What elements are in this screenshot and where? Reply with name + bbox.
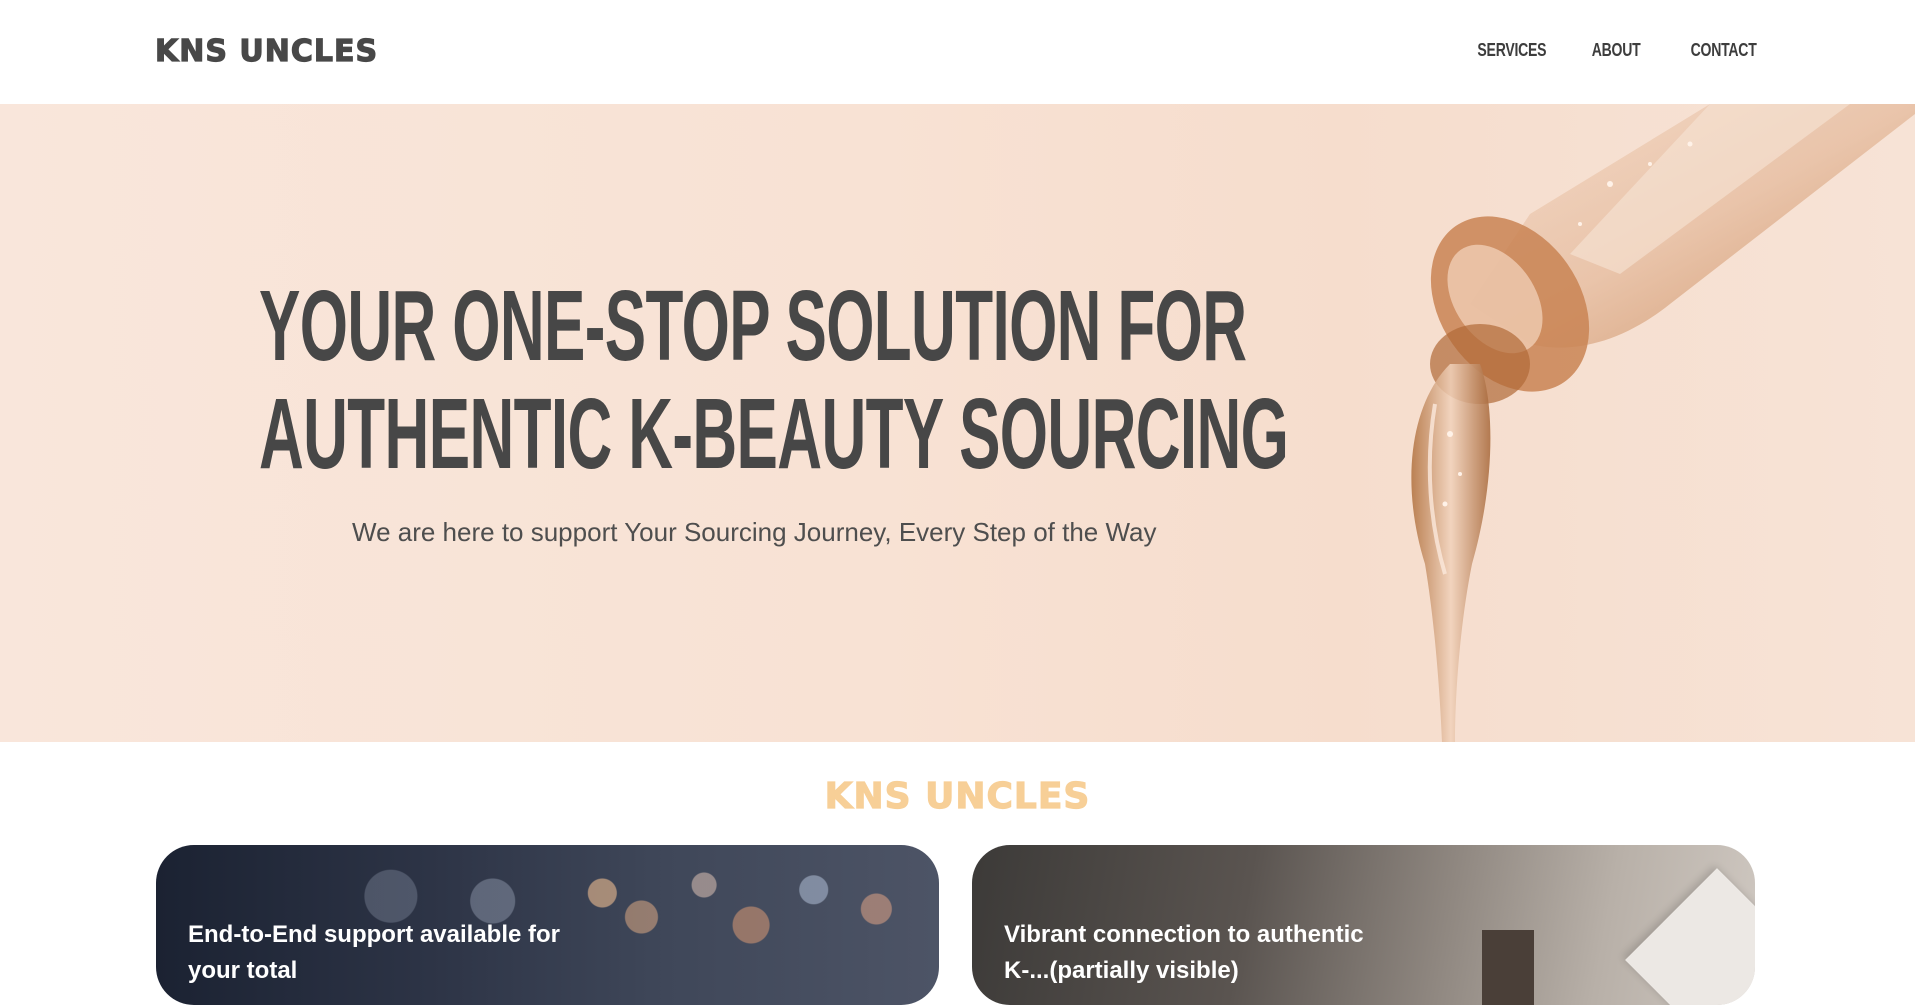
hero-title-line-1: YOUR ONE-STOP SOLUTION FOR xyxy=(259,270,1247,382)
feature-card-connection[interactable]: Vibrant connection to authentic K-...(pa… xyxy=(972,845,1755,1005)
nav-services-link[interactable]: SERVICES xyxy=(1477,36,1546,64)
site-logo[interactable]: KNS UNCLES xyxy=(154,32,378,72)
section-title: KNS UNCLES xyxy=(824,775,1091,817)
card-decor xyxy=(1625,868,1755,1005)
hero-section: YOUR ONE-STOP SOLUTION FOR AUTHENTIC K-B… xyxy=(0,104,1915,742)
hero-subtitle: We are here to support Your Sourcing Jou… xyxy=(352,517,1157,547)
nav-contact-link[interactable]: CONTACT xyxy=(1691,36,1757,64)
hero-title-line-2: AUTHENTIC K-BEAUTY SOURCING xyxy=(259,378,1289,490)
main-nav: SERVICES ABOUT CONTACT xyxy=(1458,36,1757,64)
site-header: KNS UNCLES SERVICES ABOUT CONTACT xyxy=(0,0,1915,104)
card-text: End-to-End support available for your to… xyxy=(188,921,561,984)
card-decor xyxy=(1482,930,1534,1005)
feature-card-support[interactable]: End-to-End support available for your to… xyxy=(156,845,939,1005)
card-text: Vibrant connection to authentic K-...(pa… xyxy=(1004,921,1364,984)
nav-about-link[interactable]: ABOUT xyxy=(1592,36,1641,64)
hero-title: YOUR ONE-STOP SOLUTION FOR AUTHENTIC K-B… xyxy=(50,270,1289,490)
